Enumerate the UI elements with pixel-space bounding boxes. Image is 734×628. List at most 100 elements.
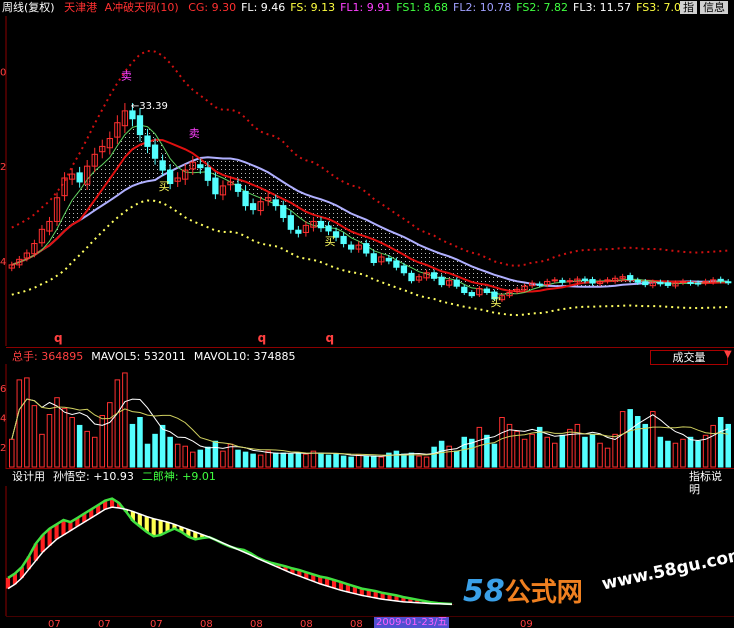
volume-chart[interactable]: 6 4 2 — [0, 364, 734, 469]
indicator-help-button[interactable]: 指标说明 — [686, 470, 734, 496]
candle-body — [370, 253, 377, 264]
volume-bar — [242, 451, 249, 468]
candle-body — [144, 135, 151, 147]
volume-bar — [212, 440, 219, 468]
x-tick-label: 07 — [98, 619, 111, 628]
volume-bar — [371, 455, 377, 468]
volume-bar — [257, 454, 264, 468]
volume-bar — [272, 452, 279, 468]
stock-name: 天津港 — [64, 1, 98, 14]
volume-bar — [197, 449, 204, 468]
volume-y-tick: 6 — [0, 384, 6, 395]
volume-dropdown-icon[interactable]: ▼ — [724, 349, 732, 360]
candle-body — [627, 275, 634, 281]
indicator-value-3: FL1: 9.91 — [340, 1, 392, 14]
price-header: 周线(复权) 天津港 A冲破天网(10) CG: 9.30 FL: 9.46 FS:… — [2, 0, 681, 16]
candle-body — [325, 225, 332, 232]
volume-bar — [672, 442, 679, 468]
candle-body — [348, 244, 355, 250]
candle-body — [581, 278, 589, 282]
candle-body — [136, 115, 144, 136]
indicator-value-2: FS: 9.13 — [290, 1, 336, 14]
volume-bar — [476, 426, 483, 468]
indicator-header-part-1: 孙悟空: +10.93 — [53, 470, 134, 483]
candle-body — [400, 265, 408, 274]
candle-body — [317, 220, 325, 229]
candle-body — [212, 177, 219, 195]
price-y-tick: 2 — [0, 162, 6, 173]
volume-bar — [190, 451, 196, 468]
candle-body — [280, 205, 287, 218]
indicator-button[interactable]: 指 — [680, 1, 697, 14]
volume-bar — [717, 417, 724, 468]
candle-body — [687, 282, 694, 285]
candle-body — [453, 279, 460, 287]
volume-bar — [31, 405, 38, 468]
q-mark: q — [54, 331, 63, 345]
candle-body — [717, 278, 724, 282]
indicator-value-4: FS1: 8.68 — [396, 1, 449, 14]
watermark: 58公式网 — [463, 572, 583, 609]
volume-bar — [695, 440, 701, 468]
volume-bar — [205, 446, 211, 468]
volume-bar — [250, 453, 256, 468]
volume-bar — [665, 440, 671, 468]
price-chart[interactable]: 024←33.39卖卖买买买q q q — [0, 16, 734, 346]
volume-bar — [521, 438, 528, 468]
volume-bar — [69, 417, 75, 468]
volume-bar — [114, 379, 121, 468]
volume-bar — [167, 436, 173, 468]
volume-bar — [423, 456, 430, 468]
volume-bar — [16, 379, 23, 468]
candle-body — [76, 172, 83, 183]
volume-indicator-button[interactable]: 成交量 — [650, 350, 728, 365]
q-mark: q — [326, 331, 335, 345]
indicator-values: CG: 9.30 FL: 9.46 FS: 9.13 FL1: 9.91 FS1: 8.… — [182, 1, 681, 14]
volume-bar — [710, 424, 716, 468]
volume-bar — [355, 454, 362, 468]
volume-bar — [348, 456, 354, 468]
volume-bar — [491, 443, 498, 468]
volume-bar — [499, 417, 505, 468]
indicator-value-7: FL3: 11.57 — [573, 1, 632, 14]
volume-bar — [597, 442, 603, 468]
candle-body — [483, 288, 491, 294]
volume-bar — [657, 436, 664, 468]
x-tick-label: 08 — [250, 619, 263, 628]
candle-body — [159, 160, 166, 171]
indicator-value-8: FS3: 7.0 — [636, 1, 681, 14]
x-tick-label: 07 — [150, 619, 163, 628]
indicator-name[interactable]: A冲破天网(10) — [105, 1, 179, 14]
candle-body — [242, 190, 249, 207]
candle-body — [197, 164, 204, 169]
candle-body — [287, 215, 294, 230]
volume-bar — [129, 423, 136, 468]
erlangshen-line — [7, 506, 453, 605]
candle-body — [642, 281, 649, 286]
envelope-fill — [11, 125, 729, 295]
volume-bar — [182, 445, 188, 468]
price-y-tick: 0 — [0, 67, 6, 78]
volume-bar — [431, 446, 437, 468]
volume-bar — [529, 433, 535, 468]
info-button[interactable]: 信息 — [700, 1, 728, 14]
volume-y-tick: 2 — [0, 443, 6, 454]
volume-bar — [144, 443, 151, 468]
x-tick-label: 09 — [520, 619, 533, 628]
chart-type-label[interactable]: 周线(复权) — [2, 1, 55, 14]
candle-body — [249, 203, 257, 211]
x-tick-label: 08 — [350, 619, 363, 628]
buy-mark: 买 — [159, 180, 170, 193]
candle-body — [363, 243, 370, 254]
volume-bar — [295, 452, 302, 468]
volume-bar — [438, 440, 445, 468]
candle-body — [694, 282, 702, 285]
volume-bar — [589, 433, 596, 468]
candle-body — [468, 292, 475, 297]
q-mark: q — [258, 331, 267, 345]
candle-body — [129, 110, 136, 120]
indicator-chart[interactable] — [0, 486, 734, 616]
volume-bar — [76, 424, 83, 468]
volume-bar — [514, 430, 520, 468]
volume-bar — [325, 454, 332, 468]
